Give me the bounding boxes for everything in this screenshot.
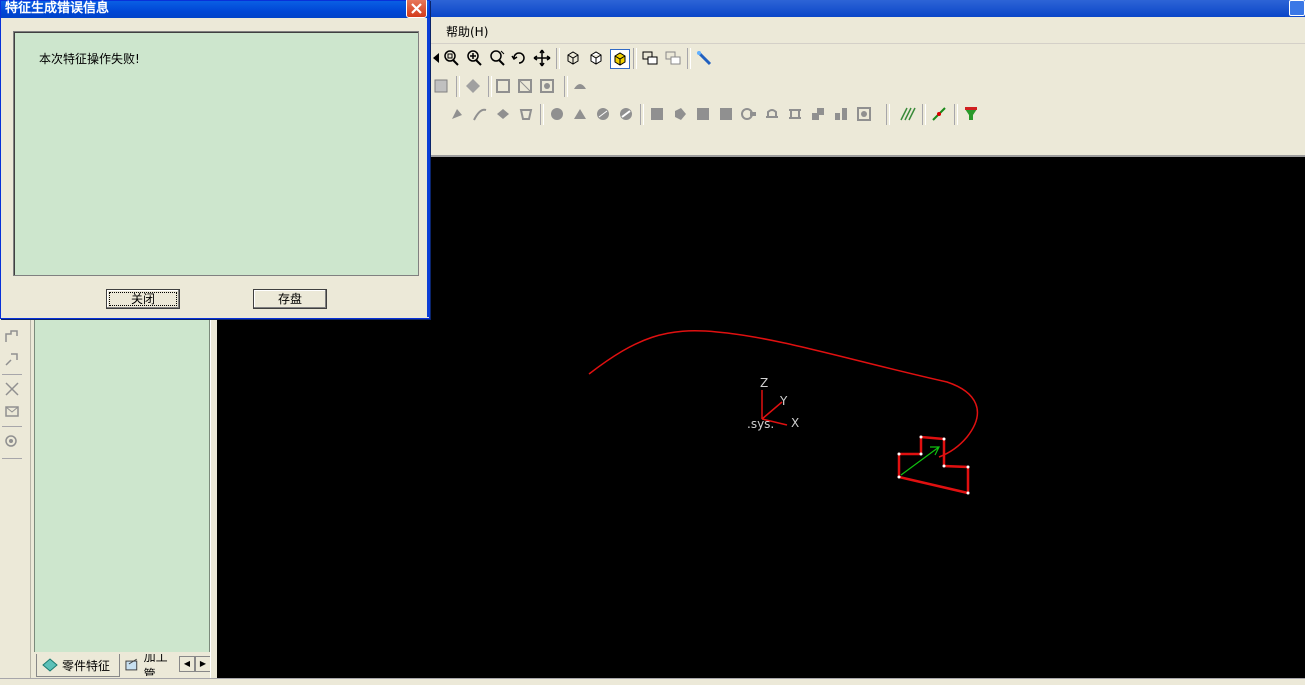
zoom-window-icon[interactable] bbox=[442, 49, 460, 67]
axis-label-z: Z bbox=[760, 376, 768, 390]
extrude-icon[interactable] bbox=[448, 105, 466, 123]
error-message-text: 本次特征操作失败! bbox=[39, 52, 140, 66]
toolbar-separator bbox=[633, 48, 637, 69]
feature-error-dialog: 特征生成错误信息 本次特征操作失败! 关闭 存盘 bbox=[0, 0, 430, 319]
close-button[interactable]: 关闭 bbox=[106, 289, 180, 309]
settings-icon[interactable] bbox=[3, 432, 21, 450]
machining-icon bbox=[125, 658, 138, 671]
sweep-icon[interactable] bbox=[471, 105, 489, 123]
error-message-box: 本次特征操作失败! bbox=[13, 31, 419, 276]
pan-icon[interactable] bbox=[533, 49, 551, 67]
tab-part-features[interactable]: 零件特征 bbox=[36, 654, 120, 677]
window-control-button[interactable] bbox=[1289, 0, 1305, 16]
dialog-close-button[interactable] bbox=[406, 0, 427, 18]
toolbar-separator bbox=[540, 104, 544, 125]
edit-icon[interactable] bbox=[3, 350, 21, 368]
tab-label: 加工管 bbox=[143, 654, 168, 676]
toolbar-separator bbox=[886, 104, 890, 125]
groove-icon[interactable] bbox=[786, 105, 804, 123]
part-feature-icon bbox=[42, 658, 58, 672]
line-tool-icon[interactable] bbox=[930, 105, 948, 123]
hole-icon[interactable] bbox=[740, 105, 758, 123]
hatch-icon[interactable] bbox=[898, 105, 916, 123]
revolve-icon[interactable] bbox=[517, 105, 535, 123]
menu-help[interactable]: 帮助(H) bbox=[446, 23, 488, 40]
sketch-icon[interactable] bbox=[3, 328, 21, 346]
trim-icon[interactable] bbox=[3, 380, 21, 398]
loft-icon[interactable] bbox=[494, 105, 512, 123]
feature-tool-icon[interactable] bbox=[516, 77, 534, 95]
hidden-line-icon[interactable] bbox=[587, 49, 605, 67]
feature-tree-panel[interactable] bbox=[34, 318, 210, 653]
tab-label: 零件特征 bbox=[62, 658, 111, 673]
feature-tool-icon[interactable] bbox=[464, 77, 482, 95]
toolbar-separator bbox=[488, 76, 492, 97]
modeling-toolbar bbox=[428, 101, 994, 127]
dialog-title: 特征生成错误信息 bbox=[5, 1, 110, 16]
cylinder-icon[interactable] bbox=[671, 105, 689, 123]
feature-tool-icon[interactable] bbox=[538, 77, 556, 95]
left-vertical-toolbar bbox=[0, 318, 31, 684]
rotate-icon[interactable] bbox=[510, 49, 528, 67]
filter-icon[interactable] bbox=[962, 105, 980, 123]
feature-tool-icon[interactable] bbox=[432, 77, 450, 95]
toolbar-separator bbox=[687, 48, 691, 69]
axis-label-x: X bbox=[791, 416, 799, 430]
toolbar-separator bbox=[640, 104, 644, 125]
rib-icon[interactable] bbox=[763, 105, 781, 123]
box-icon[interactable] bbox=[648, 105, 666, 123]
toolbar-separator bbox=[2, 374, 22, 375]
shell-icon[interactable] bbox=[594, 105, 612, 123]
toolbar-separator bbox=[922, 104, 926, 125]
chamfer-icon[interactable] bbox=[571, 105, 589, 123]
mirror-icon[interactable] bbox=[855, 105, 873, 123]
block-icon[interactable] bbox=[694, 105, 712, 123]
measure-icon[interactable] bbox=[695, 49, 713, 67]
pattern-icon[interactable] bbox=[832, 105, 850, 123]
toolbar-separator bbox=[954, 104, 958, 125]
shaded-icon[interactable] bbox=[610, 49, 630, 69]
boss-icon[interactable] bbox=[809, 105, 827, 123]
tab-scroll-right-button[interactable]: ▶ bbox=[195, 656, 211, 672]
tab-scroll-left-button[interactable]: ◀ bbox=[179, 656, 195, 672]
coordinate-system-label: .sys. bbox=[747, 417, 774, 431]
zoom-dynamic-icon[interactable] bbox=[488, 49, 506, 67]
feature-toolbar bbox=[428, 73, 608, 99]
toolbar-separator bbox=[2, 458, 22, 459]
toolbar-separator bbox=[2, 426, 22, 427]
wireframe-icon[interactable] bbox=[564, 49, 582, 67]
fillet-icon[interactable] bbox=[548, 105, 566, 123]
paste-view-icon[interactable] bbox=[664, 49, 682, 67]
transform-icon[interactable] bbox=[3, 402, 21, 420]
dialog-titlebar[interactable]: 特征生成错误信息 bbox=[1, 0, 429, 18]
view-toolbar bbox=[428, 45, 728, 71]
draft-icon[interactable] bbox=[617, 105, 635, 123]
copy-view-icon[interactable] bbox=[641, 49, 659, 67]
toolbar-separator bbox=[456, 76, 460, 97]
save-button[interactable]: 存盘 bbox=[253, 289, 327, 309]
toolbar-area bbox=[428, 129, 1305, 157]
feature-tool-icon[interactable] bbox=[494, 77, 512, 95]
toolbar-separator bbox=[564, 76, 568, 97]
toolbar-separator bbox=[556, 48, 560, 69]
feature-panel-tabs: 零件特征 加工管 ◀ ▶ bbox=[33, 652, 213, 678]
axis-label-y: Y bbox=[779, 394, 788, 408]
tab-machining[interactable]: 加工管 bbox=[119, 654, 179, 676]
zoom-in-icon[interactable] bbox=[465, 49, 483, 67]
feature-tool-icon[interactable] bbox=[571, 77, 589, 95]
close-icon bbox=[411, 3, 422, 14]
plate-icon[interactable] bbox=[717, 105, 735, 123]
